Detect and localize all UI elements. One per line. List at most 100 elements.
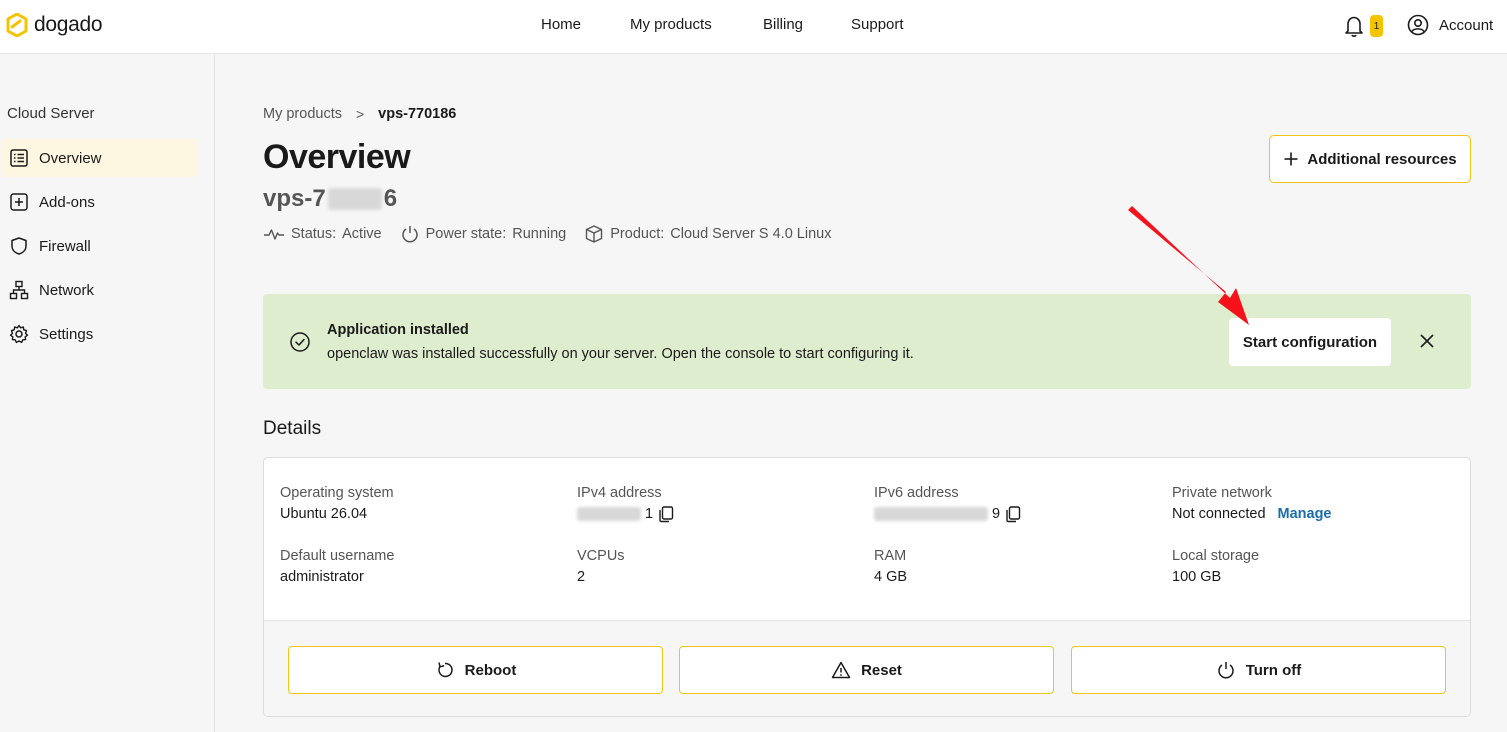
nav-support[interactable]: Support (851, 16, 904, 33)
status-row: Status: Active Power state: Running Prod… (263, 224, 849, 244)
box-icon (586, 225, 603, 243)
warning-triangle-icon (831, 661, 851, 679)
server-name-suffix: 6 (383, 185, 398, 212)
nav-home[interactable]: Home (541, 16, 581, 33)
turn-off-label: Turn off (1245, 661, 1302, 679)
detail-operating-system: Operating system Ubuntu 26.04 (280, 485, 394, 523)
detail-label: RAM (874, 548, 907, 564)
additional-resources-button[interactable]: Additional resources (1269, 135, 1471, 183)
turn-off-button[interactable]: Turn off (1071, 646, 1446, 694)
power-icon (1217, 662, 1234, 679)
detail-label: Default username (280, 548, 395, 564)
detail-vcpus: VCPUs 2 (577, 548, 625, 586)
redacted-block (327, 188, 382, 210)
product-label: Product: (610, 226, 665, 242)
copy-icon[interactable] (657, 505, 675, 523)
user-circle-icon (1407, 14, 1429, 36)
sidebar: Cloud Server Overview Add-ons Firewall N… (0, 54, 215, 732)
breadcrumb-separator: > (355, 106, 365, 122)
sidebar-title: Cloud Server (7, 105, 95, 122)
status-label: Status: (291, 226, 337, 242)
list-icon (10, 149, 28, 167)
actions-footer: Reboot Reset Turn off (264, 620, 1470, 716)
detail-label: Private network (1172, 485, 1272, 501)
detail-value: 1 (577, 505, 675, 523)
detail-local-storage: Local storage 100 GB (1172, 548, 1259, 586)
close-icon[interactable] (1417, 331, 1437, 351)
reset-button[interactable]: Reset (679, 646, 1054, 694)
main-nav: Home My products Billing Support (0, 0, 1507, 54)
sidebar-item-label: Overview (39, 149, 102, 167)
reboot-label: Reboot (464, 661, 517, 679)
plus-square-icon (10, 193, 28, 211)
nav-billing[interactable]: Billing (763, 16, 803, 33)
sidebar-item-overview[interactable]: Overview (2, 139, 198, 177)
breadcrumb: My products > vps-770186 (263, 106, 456, 122)
detail-ram: RAM 4 GB (874, 548, 907, 586)
server-name: vps-7 6 (263, 185, 397, 213)
banner-title: Application installed (327, 322, 469, 338)
banner-text: openclaw was installed successfully on y… (327, 346, 914, 362)
detail-label: Local storage (1172, 548, 1260, 564)
sidebar-item-label: Add-ons (39, 193, 95, 211)
red-arrow-annotation (1128, 206, 1249, 325)
details-title: Details (263, 418, 322, 439)
detail-value: Ubuntu 26.04 (280, 506, 368, 522)
network-icon (9, 280, 29, 300)
server-name-prefix: vps-7 (263, 185, 326, 212)
sidebar-item-firewall[interactable]: Firewall (2, 227, 198, 265)
ipv4-suffix: 1 (645, 506, 654, 522)
power-icon (401, 226, 418, 243)
detail-value: 4 GB (874, 569, 908, 585)
detail-label: VCPUs (577, 548, 625, 564)
notification-badge: 1 (1370, 15, 1383, 37)
additional-resources-label: Additional resources (1307, 150, 1457, 168)
nav-my-products[interactable]: My products (630, 16, 712, 33)
ipv6-suffix: 9 (992, 506, 1001, 522)
sidebar-item-add-ons[interactable]: Add-ons (2, 183, 198, 221)
check-circle-icon (290, 332, 310, 352)
sidebar-item-settings[interactable]: Settings (2, 315, 198, 353)
sidebar-item-label: Settings (39, 325, 94, 343)
detail-value: Not connected Manage (1172, 505, 1332, 523)
status-value: Active (342, 226, 382, 242)
success-banner: Application installed openclaw was insta… (263, 294, 1471, 389)
product-value: Cloud Server S 4.0 Linux (670, 226, 832, 242)
detail-private-network: Private network Not connected Manage (1172, 485, 1332, 523)
product-item: Product: Cloud Server S 4.0 Linux (584, 224, 831, 244)
account-label: Account (1439, 16, 1494, 34)
gear-icon (9, 324, 29, 344)
sidebar-item-network[interactable]: Network (2, 271, 198, 309)
manage-link[interactable]: Manage (1278, 506, 1332, 522)
breadcrumb-my-products[interactable]: My products (263, 106, 342, 122)
detail-label: Operating system (280, 485, 394, 501)
plus-icon (1284, 152, 1298, 166)
details-card: Operating system Ubuntu 26.04 IPv4 addre… (263, 457, 1471, 717)
reset-label: Reset (861, 661, 902, 679)
redacted-block (577, 507, 641, 521)
shield-icon (11, 237, 27, 255)
detail-default-username: Default username administrator (280, 548, 394, 586)
reboot-button[interactable]: Reboot (288, 646, 663, 694)
power-state-item: Power state: Running (400, 224, 567, 244)
redacted-block (874, 507, 988, 521)
page-title: Overview (263, 138, 411, 176)
detail-value: administrator (280, 569, 364, 585)
detail-value: 9 (874, 505, 1022, 523)
detail-label: IPv6 address (874, 485, 959, 501)
reboot-icon (437, 662, 453, 678)
copy-icon[interactable] (1004, 505, 1022, 523)
sidebar-item-label: Network (39, 281, 95, 299)
detail-label: IPv4 address (577, 485, 662, 501)
account-menu[interactable]: Account (1407, 14, 1493, 36)
detail-ipv6: IPv6 address 9 (874, 485, 1022, 523)
top-bar: dogado Home My products Billing Support … (0, 0, 1507, 54)
bell-icon[interactable] (1344, 14, 1364, 38)
power-value: Running (512, 226, 567, 242)
detail-ipv4: IPv4 address 1 (577, 485, 675, 523)
detail-value: 100 GB (1172, 569, 1222, 585)
status-item: Status: Active (263, 226, 382, 242)
sidebar-item-label: Firewall (39, 237, 91, 255)
detail-value: 2 (577, 569, 586, 585)
private-network-value: Not connected (1172, 506, 1266, 522)
